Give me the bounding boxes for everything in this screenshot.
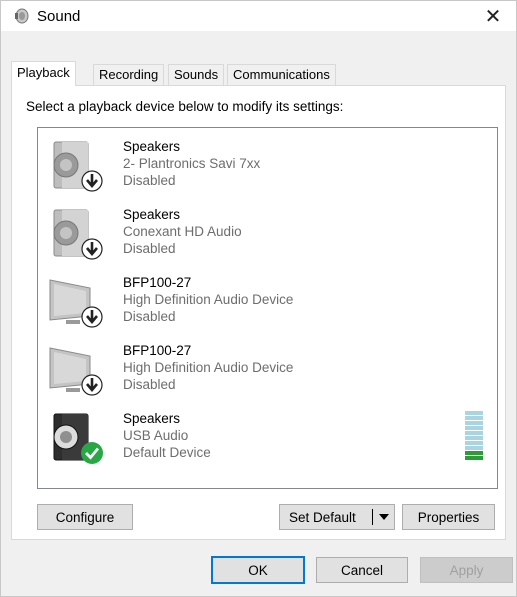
device-status: Disabled [123,173,176,188]
device-status: Disabled [123,377,176,392]
ok-button[interactable]: OK [211,556,305,584]
level-segment [465,421,483,425]
level-segment [465,411,483,415]
level-segment [465,441,483,445]
device-status: Default Device [123,445,211,460]
device-item[interactable]: Speakers 2- Plantronics Savi 7xx Disable… [48,136,488,202]
device-item[interactable]: Speakers Conexant HD Audio Disabled [48,204,488,270]
device-name: Speakers [123,411,181,426]
tab-recording[interactable]: Recording [93,64,165,85]
device-status: Disabled [123,241,176,256]
instruction-text: Select a playback device below to modify… [26,99,344,114]
tab-playback[interactable]: Playback [11,61,76,86]
device-name: BFP100-27 [123,343,192,358]
device-description: USB Audio [123,428,189,443]
device-description: High Definition Audio Device [123,292,294,307]
apply-label: Apply [449,562,484,578]
title-bar[interactable]: Sound ✕ [1,1,516,31]
set-default-label: Set Default [289,509,356,525]
device-item[interactable]: BFP100-27 High Definition Audio Device D… [48,340,488,406]
set-default-button[interactable]: Set Default [279,504,395,530]
apply-button[interactable]: Apply [420,557,513,583]
level-segment [465,456,483,460]
device-status: Disabled [123,309,176,324]
device-item[interactable]: BFP100-27 High Definition Audio Device D… [48,272,488,338]
level-segment [465,451,483,455]
close-button[interactable]: ✕ [470,1,516,31]
monitor-disabled-icon [49,347,103,396]
tab-communications[interactable]: Communications [227,64,336,85]
level-segment [465,446,483,450]
device-name: BFP100-27 [123,275,192,290]
properties-label: Properties [417,509,480,525]
device-name: Speakers [123,139,181,154]
speaker-disabled-icon [53,209,103,260]
device-item-default[interactable]: Speakers USB Audio Default Device [48,408,488,474]
level-segment [465,431,483,435]
speaker-default-icon [53,413,103,464]
window-title: Sound [37,8,81,25]
device-description: Conexant HD Audio [123,224,242,239]
speaker-disabled-icon [53,141,103,192]
device-name: Speakers [123,207,181,222]
level-segment [465,436,483,440]
tab-sounds[interactable]: Sounds [168,64,225,85]
monitor-disabled-icon [49,279,103,328]
ok-label: OK [248,562,268,578]
device-description: High Definition Audio Device [123,360,294,375]
level-segment [465,416,483,420]
properties-button[interactable]: Properties [402,504,495,530]
split-separator [372,509,373,525]
level-segment [465,426,483,430]
cancel-button[interactable]: Cancel [316,557,408,583]
sound-dialog: Sound ✕ Playback Recording Sounds Commun… [0,0,517,597]
configure-button[interactable]: Configure [37,504,133,530]
device-list[interactable]: Speakers 2- Plantronics Savi 7xx Disable… [37,127,498,489]
volume-level-meter [465,411,483,463]
configure-label: Configure [55,509,115,525]
cancel-label: Cancel [340,562,384,578]
device-description: 2- Plantronics Savi 7xx [123,156,261,171]
chevron-down-icon[interactable] [379,514,389,520]
close-icon: ✕ [484,5,502,28]
speaker-icon [15,8,29,24]
